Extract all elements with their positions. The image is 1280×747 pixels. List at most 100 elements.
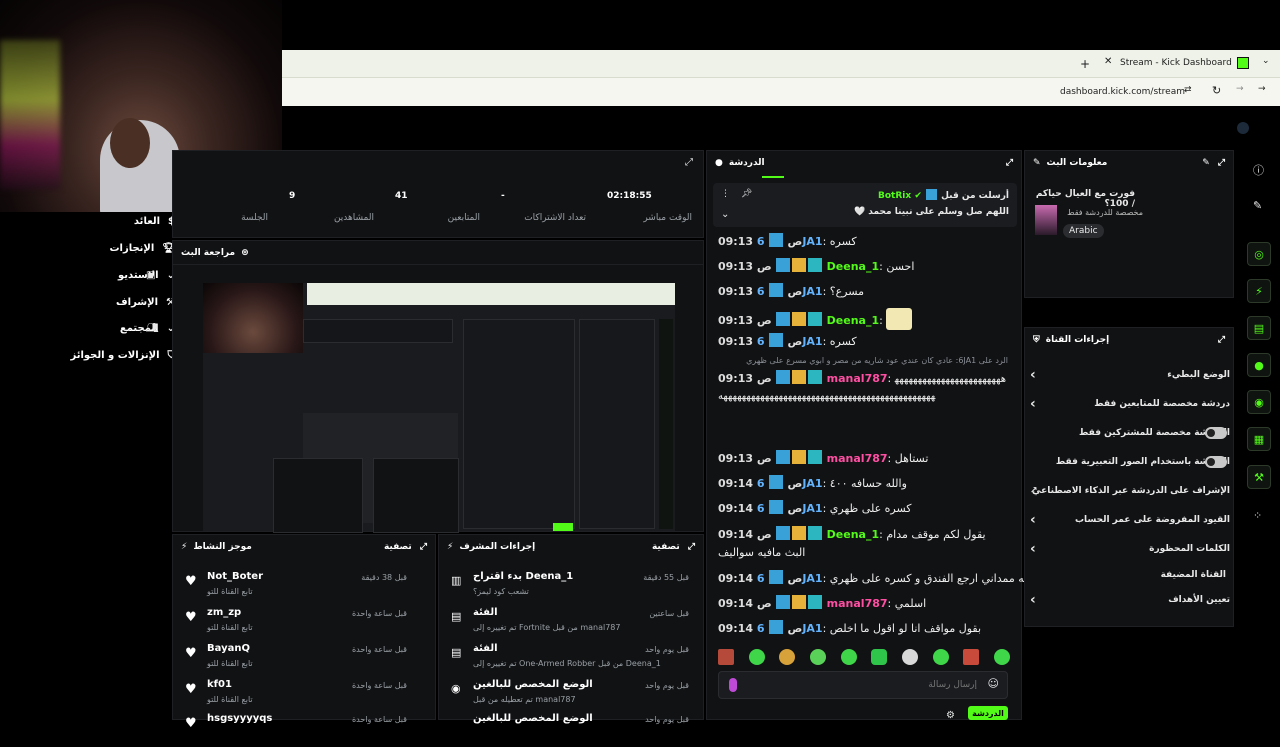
- forward-icon[interactable]: →: [1236, 84, 1244, 94]
- chat-input[interactable]: [747, 676, 977, 694]
- broadcast-icon[interactable]: ◉: [1247, 390, 1271, 414]
- emote-icon[interactable]: [993, 649, 1010, 665]
- channel-action-goals[interactable]: تعيين الأهداف ›: [1030, 592, 1230, 608]
- activity-title: موجز النشاط: [193, 542, 252, 552]
- avatar[interactable]: [1237, 122, 1249, 134]
- url-field[interactable]: dashboard.kick.com/stream: [1060, 87, 1185, 97]
- stream-info-header: ⤢ ✎ معلومات البث ✎: [1025, 151, 1233, 175]
- emote-icon[interactable]: [963, 649, 980, 665]
- category-thumbnail: [1035, 205, 1057, 235]
- stat-followers: 41 المتابعين: [395, 191, 480, 223]
- mod-actions-filter-button[interactable]: تصفية: [652, 542, 680, 552]
- emote-icon[interactable]: [871, 649, 888, 665]
- activity-item: ♥ BayanQ تابع القناة للتو قبل ساعة واحدة: [185, 643, 407, 668]
- edit-icon[interactable]: ✎: [1202, 158, 1210, 168]
- activity-item: ♥ kf01 تابع القناة للتو قبل ساعة واحدة: [185, 679, 407, 704]
- pinned-text: اللهم صل وسلم على نبينا محمد 🤍: [853, 207, 1009, 217]
- stream-video[interactable]: [203, 283, 675, 533]
- mod-action-item: الوضع المخصص للبالغين قبل يوم واحد: [473, 713, 689, 724]
- chevron-right-icon: ›: [1030, 512, 1036, 528]
- stream-title: فورت مع العيال حياكم / 100؟: [1035, 189, 1135, 209]
- preview-header: ⊛ مراجعة البث: [173, 241, 703, 265]
- pin-icon[interactable]: 📌︎: [741, 189, 752, 199]
- microphone-icon[interactable]: [729, 678, 737, 692]
- emote-icon: [886, 308, 913, 330]
- verified-icon: ✔: [914, 191, 922, 201]
- sidebar-item-revenue[interactable]: $ العائد: [134, 216, 175, 227]
- emote-icon[interactable]: [840, 649, 857, 665]
- chat-bubble-icon[interactable]: ●: [1247, 353, 1271, 377]
- chat-input-box[interactable]: ☺: [718, 671, 1008, 699]
- pinned-message[interactable]: ⋮ 📌︎ ⌄ أرسلت من قبل ✔ BotRix اللهم صل وس…: [713, 183, 1017, 227]
- expand-icon[interactable]: ⤢: [1218, 158, 1225, 168]
- sidebar-item-moderation[interactable]: ⚒ الإشراف: [116, 297, 175, 308]
- sidebar-item-achievements[interactable]: 🏆︎ الإنجازات: [109, 243, 175, 254]
- expand-icon[interactable]: ⤢: [1006, 158, 1013, 168]
- chat-message: 09:13 ص 6JA1: كسره: [718, 333, 857, 348]
- new-tab-icon[interactable]: +: [1080, 57, 1090, 71]
- chevron-right-icon: ›: [1030, 396, 1036, 412]
- chevron-down-icon[interactable]: ⌄: [721, 209, 729, 220]
- expand-icon[interactable]: ⤢: [420, 542, 427, 552]
- info-icon[interactable]: ⓘ: [1253, 162, 1264, 178]
- chat-message: 09:14 ص 6JA1: بقول مواقف انا لو اقول ما …: [718, 620, 982, 635]
- reload-icon[interactable]: ↻: [1212, 84, 1221, 97]
- subscribers-only-toggle[interactable]: [1205, 427, 1227, 439]
- channel-action-ai-moderation[interactable]: الإشراف على الدردشة عبر الذكاء الاصطناعي…: [1030, 486, 1230, 496]
- emoji-icon[interactable]: ☺: [988, 677, 999, 690]
- tab-title[interactable]: Stream - Kick Dashboard: [1120, 58, 1232, 68]
- channel-action-followers-only[interactable]: دردشة مخصصة للمتابعين فقط ›: [1030, 396, 1230, 412]
- activity-item: ♥ hsgsyyyyqs قبل ساعة واحدة: [185, 713, 407, 731]
- wrench-icon[interactable]: ⚒: [1247, 465, 1271, 489]
- og-badge-icon: [808, 526, 823, 540]
- mod-action-item: ▤ الفئة تم تغييره إلى One-Armed Robber م…: [451, 643, 689, 668]
- document-icon[interactable]: ▤: [1247, 316, 1271, 340]
- mod-action-item: ▥ بدء اقتراح Deena_1 تشعب كود ليمز؟ قبل …: [451, 571, 689, 596]
- stats-panel: ⤢ 02:18:55 الوقت مباشر - تعداد الاشتراكا…: [172, 150, 704, 238]
- edit-icon[interactable]: ✎: [1253, 199, 1262, 212]
- studio-icon: ▣: [146, 270, 156, 281]
- sidebar-item-drops[interactable]: ⛉ الإنزالات و الجوائز: [70, 350, 175, 361]
- moderator-badge-icon: [776, 595, 791, 609]
- moderator-badge-icon: [776, 450, 791, 464]
- emote-icon[interactable]: [748, 649, 765, 665]
- moderator-badge-icon: [769, 570, 783, 584]
- activity-filter-button[interactable]: تصفية: [384, 542, 412, 552]
- site-settings-icon[interactable]: ⇄: [1184, 85, 1192, 95]
- lightning-icon[interactable]: ⚡︎: [1247, 279, 1271, 303]
- channel-action-banned-words[interactable]: الكلمات المحظورة ›: [1030, 541, 1230, 557]
- apps-icon[interactable]: ⁘: [1253, 509, 1262, 522]
- stack-icon[interactable]: ▦: [1247, 427, 1271, 451]
- emote-icon[interactable]: [932, 649, 949, 665]
- activity-item: ♥ Not_Boter تابع القناة للتو قبل 38 دقيق…: [185, 571, 407, 596]
- preview-title: مراجعة البث: [181, 247, 236, 258]
- address-bar[interactable]: dashboard.kick.com/stream ⇄ ↻ → →: [282, 78, 1280, 106]
- stream-info-title: معلومات البث: [1046, 158, 1108, 168]
- more-options-icon[interactable]: ⋮: [721, 189, 730, 199]
- back-icon[interactable]: →: [1258, 84, 1266, 94]
- emote-icon[interactable]: [718, 649, 734, 665]
- emote-icon[interactable]: [901, 649, 918, 665]
- og-badge-icon: [808, 370, 823, 384]
- pinned-username: BotRix: [878, 191, 912, 201]
- tab-dropdown-icon[interactable]: ⌄: [1262, 56, 1270, 66]
- close-tab-icon[interactable]: ✕: [1104, 56, 1112, 67]
- emote-only-toggle[interactable]: [1205, 456, 1227, 468]
- chat-tab-indicator: [762, 176, 784, 178]
- chat-message: 09:13 ص manal787: هههههههههههههههههههههه…: [718, 370, 1007, 402]
- expand-icon[interactable]: ⤢: [688, 542, 695, 552]
- expand-icon[interactable]: ⤢: [1218, 335, 1225, 345]
- shield-icon: ⛨: [1033, 335, 1040, 345]
- category-icon: ▤: [451, 610, 462, 623]
- send-chat-button[interactable]: الدردشة: [968, 706, 1008, 720]
- stream-category: مخصصة للدردشة فقط: [1067, 208, 1143, 217]
- gear-icon[interactable]: ⚙: [946, 710, 955, 721]
- poll-icon: ▥: [451, 574, 462, 587]
- channel-action-slow-mode[interactable]: الوضع البطيء ›: [1030, 367, 1230, 383]
- emote-icon[interactable]: [809, 649, 826, 665]
- lightning-icon: ⚡︎: [447, 542, 454, 552]
- emote-icon[interactable]: [779, 649, 796, 665]
- camera-icon[interactable]: ◎: [1247, 242, 1271, 266]
- chevron-right-icon: ›: [1030, 541, 1036, 557]
- channel-action-account-age[interactable]: القيود المفروضة على عمر الحساب ›: [1030, 512, 1230, 528]
